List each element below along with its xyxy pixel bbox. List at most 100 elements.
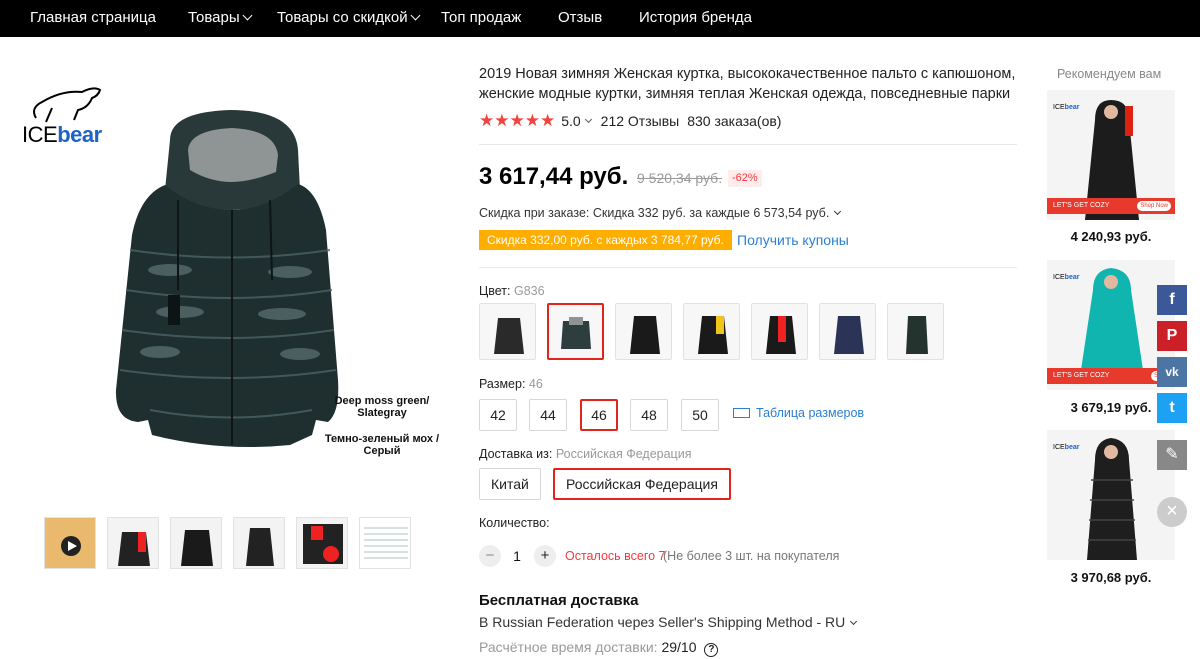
- delivery-time-label: Расчётное время доставки:: [479, 639, 658, 655]
- nav-reviews[interactable]: Отзыв: [558, 0, 602, 37]
- thumbnail-3[interactable]: [170, 517, 222, 569]
- color-label-text: Цвет:: [479, 284, 511, 298]
- jacket-swatch-icon: [834, 316, 864, 354]
- polar-bear-icon: [33, 87, 102, 123]
- recommend-brand: ICEbear: [1053, 104, 1079, 111]
- shipping-method-text: В Russian Federation через Seller's Ship…: [479, 614, 846, 630]
- size-option-42[interactable]: 42: [479, 399, 517, 431]
- nav-reviews-label: Отзыв: [558, 9, 603, 26]
- facebook-icon: f: [1169, 291, 1175, 308]
- brand-logo-text: ICEbear: [22, 122, 102, 148]
- size-option-44[interactable]: 44: [529, 399, 567, 431]
- shop-now-button[interactable]: Shop Now: [1137, 201, 1171, 211]
- help-icon[interactable]: ?: [704, 643, 719, 657]
- recommend-card-1[interactable]: ICEbear LET'S GET COZY Shop Now: [1047, 90, 1175, 220]
- discount-badge: -62%: [728, 170, 762, 187]
- old-price: 9 520,34 руб.: [637, 170, 723, 186]
- nav-products[interactable]: Товары: [188, 0, 253, 37]
- size-label-text: Размер:: [479, 377, 526, 391]
- rec-banner-text: LET'S GET COZY: [1053, 372, 1110, 379]
- rating-value[interactable]: 5.0: [561, 113, 580, 129]
- size-option-50[interactable]: 50: [681, 399, 719, 431]
- chevron-down-icon: [834, 207, 842, 216]
- quantity-value[interactable]: 1: [506, 548, 528, 564]
- recommend-card-3[interactable]: ICEbear: [1047, 430, 1175, 560]
- size-option-46[interactable]: 46: [580, 399, 618, 431]
- delivery-time-value: 29/10: [661, 639, 697, 655]
- nav-home[interactable]: Главная страница: [30, 0, 156, 37]
- jacket-swatch-icon: [698, 316, 728, 354]
- order-discount-text: Скидка при заказе: Скидка 332 руб. за ка…: [479, 206, 830, 220]
- ruler-icon: [733, 408, 750, 418]
- recommend-brand: ICEbear: [1053, 444, 1079, 451]
- color-option-7[interactable]: [887, 303, 944, 360]
- size-option-48[interactable]: 48: [630, 399, 668, 431]
- rec-brand-bear: bear: [1064, 444, 1080, 451]
- size-chart-icon: [364, 527, 408, 559]
- recommend-card-2[interactable]: ICEbear LET'S GET COZYShop: [1047, 260, 1175, 390]
- thumbnail-size-chart[interactable]: [359, 517, 411, 569]
- logo-bear-text: bear: [57, 122, 102, 147]
- thumbnail-5[interactable]: [296, 517, 348, 569]
- pinterest-share-button[interactable]: P: [1157, 321, 1187, 351]
- close-button[interactable]: ×: [1157, 497, 1187, 527]
- color-option-3[interactable]: [615, 303, 672, 360]
- ship-from-label-text: Доставка из:: [479, 447, 553, 461]
- edit-button[interactable]: ✎: [1157, 440, 1187, 470]
- twitter-share-button[interactable]: t: [1157, 393, 1187, 423]
- divider: [479, 144, 1017, 145]
- ship-from-russia[interactable]: Российская Федерация: [553, 468, 731, 500]
- rating-stars: ★★★★★: [479, 111, 556, 130]
- nav-discounted[interactable]: Товары со скидкой: [277, 0, 421, 37]
- recommend-banner: LET'S GET COZYShop: [1047, 368, 1175, 384]
- thumbnail-2[interactable]: [107, 517, 159, 569]
- recommend-price-1: 4 240,93 руб.: [1070, 229, 1152, 244]
- color-option-2[interactable]: [547, 303, 604, 360]
- size-table-link[interactable]: Таблица размеров: [733, 406, 864, 420]
- size-table-text: Таблица размеров: [756, 406, 865, 420]
- rec-brand-bear: bear: [1064, 104, 1080, 111]
- get-coupons-link[interactable]: Получить купоны: [737, 232, 849, 248]
- color-option-1[interactable]: [479, 303, 536, 360]
- vk-share-button[interactable]: vk: [1157, 357, 1187, 387]
- color-label: Цвет: G836: [479, 284, 545, 298]
- color-caption-en: Deep moss green/ Slategray: [334, 395, 430, 419]
- size-value: 46: [528, 377, 543, 391]
- nav-top-sales[interactable]: Топ продаж: [441, 0, 521, 37]
- nav-products-label: Товары: [188, 9, 240, 26]
- jacket-swatch-icon: [906, 316, 928, 354]
- reviews-count[interactable]: 212 Отзывы: [601, 113, 680, 129]
- close-icon: ×: [1166, 500, 1178, 522]
- thumbnail-video[interactable]: [44, 517, 96, 569]
- jacket-swatch-icon: [766, 316, 796, 354]
- color-option-5[interactable]: [751, 303, 808, 360]
- coupon-tag: Скидка 332,00 руб. с каждых 3 784,77 руб…: [479, 230, 732, 250]
- shipping-method[interactable]: В Russian Federation через Seller's Ship…: [479, 614, 858, 630]
- quantity-decrease-button[interactable]: −: [479, 545, 501, 567]
- recommend-title: Рекомендуем вам: [1057, 67, 1162, 81]
- nav-brand-history[interactable]: История бренда: [639, 0, 752, 37]
- facebook-share-button[interactable]: f: [1157, 285, 1187, 315]
- logo-ice-text: ICE: [22, 122, 58, 147]
- divider: [479, 267, 1017, 268]
- stock-left: Осталось всего 7: [565, 549, 666, 563]
- ship-from-china[interactable]: Китай: [479, 468, 541, 500]
- order-discount[interactable]: Скидка при заказе: Скидка 332 руб. за ка…: [479, 206, 842, 220]
- jacket-swatch-icon: [561, 317, 591, 349]
- color-option-4[interactable]: [683, 303, 740, 360]
- play-video-icon: [61, 536, 81, 556]
- twitter-icon: t: [1169, 399, 1175, 416]
- nav-home-label: Главная страница: [30, 9, 156, 26]
- color-value: G836: [513, 284, 545, 298]
- nav-discounted-label: Товары со скидкой: [277, 9, 408, 26]
- quantity-label: Количество:: [479, 516, 550, 530]
- rec-banner-text: LET'S GET COZY: [1053, 202, 1110, 209]
- color-caption-ru: Темно-зеленый мох / Серый: [324, 433, 440, 457]
- rec-brand-ice: ICE: [1053, 274, 1065, 281]
- current-price: 3 617,44 руб.: [479, 163, 629, 190]
- quantity-increase-button[interactable]: +: [534, 545, 556, 567]
- thumbnail-4[interactable]: [233, 517, 285, 569]
- color-option-6[interactable]: [819, 303, 876, 360]
- jacket-thumb-icon: [118, 532, 150, 566]
- brand-logo: ICEbear: [22, 78, 118, 148]
